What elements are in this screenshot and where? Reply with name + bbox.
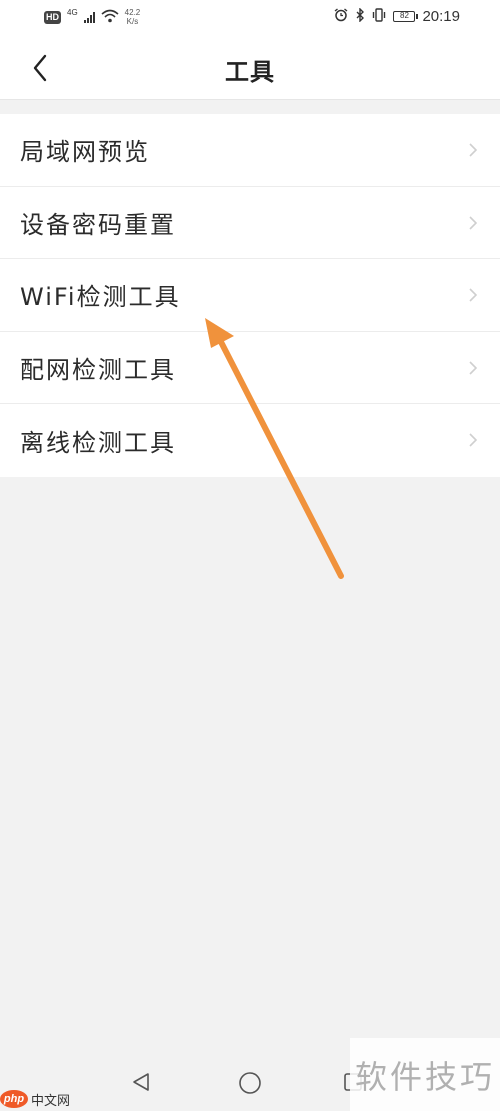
list-item-label: 配网检测工具 <box>20 355 176 384</box>
chevron-right-icon <box>469 360 478 375</box>
list-item-offline-check[interactable]: 离线检测工具 <box>0 404 500 477</box>
bluetooth-icon <box>355 7 365 25</box>
hd-icon: HD <box>44 10 61 24</box>
list-item-label: 设备密码重置 <box>20 210 176 239</box>
tool-list: 局域网预览 设备密码重置 WiFi检测工具 配网检测工具 离线检测工具 <box>0 114 500 477</box>
list-item-device-password-reset[interactable]: 设备密码重置 <box>0 187 500 259</box>
list-item-label: 离线检测工具 <box>20 428 176 457</box>
clock: 20:19 <box>422 8 460 25</box>
alarm-icon <box>334 8 348 25</box>
list-item-label: WiFi检测工具 <box>20 283 181 312</box>
watermark-php: php 中文网 <box>0 1088 70 1110</box>
wifi-icon <box>101 9 119 26</box>
list-item-network-config-check[interactable]: 配网检测工具 <box>0 332 500 404</box>
network-speed: 42.2 K/s <box>125 8 141 26</box>
vibrate-icon <box>372 8 386 25</box>
list-item-wifi-check[interactable]: WiFi检测工具 <box>0 259 500 332</box>
chevron-right-icon <box>469 288 478 302</box>
network-type: 4G <box>67 7 78 17</box>
app-header: 工具 <box>0 36 500 100</box>
status-bar: HD 4G 42.2 K/s 82 20:19 <box>0 0 500 36</box>
list-item-label: 局域网预览 <box>20 138 150 167</box>
status-right: 82 20:19 <box>334 7 460 25</box>
nav-home-icon[interactable] <box>238 1071 262 1095</box>
status-left: HD 4G 42.2 K/s <box>44 8 140 26</box>
nav-back-icon[interactable] <box>130 1071 152 1093</box>
list-item-lan-preview[interactable]: 局域网预览 <box>0 114 500 187</box>
php-logo-icon: php <box>0 1090 28 1108</box>
chevron-right-icon <box>469 433 478 447</box>
battery-icon: 82 <box>393 11 419 22</box>
signal-icon <box>83 11 95 23</box>
chevron-right-icon <box>469 215 478 230</box>
watermark-software-tips: 软件技巧 <box>350 1038 500 1111</box>
speed-value: 42.2 <box>124 8 141 17</box>
speed-unit: K/s <box>126 17 139 26</box>
watermark-php-text: 中文网 <box>31 1092 71 1108</box>
page-title: 工具 <box>225 58 275 86</box>
chevron-right-icon <box>469 143 478 157</box>
